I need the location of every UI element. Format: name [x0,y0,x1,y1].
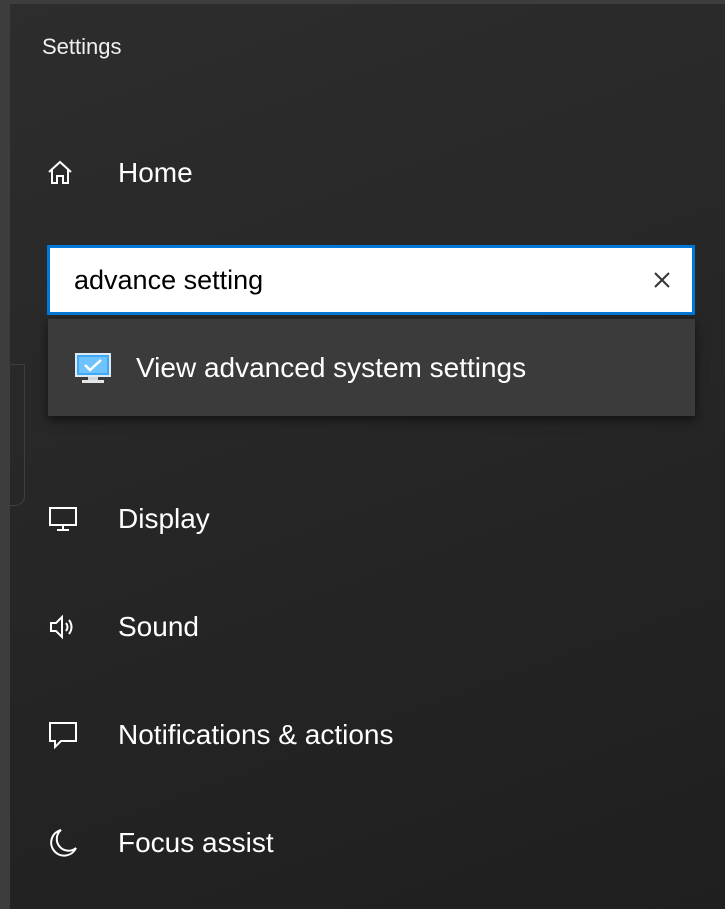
system-monitor-icon [74,352,112,384]
app-title: Settings [42,34,122,59]
partial-panel-edge [10,364,25,506]
nav-item-sound[interactable]: Sound [46,597,393,657]
close-icon [654,272,670,288]
display-icon [46,502,80,536]
settings-window: Settings Home advance setting View advan… [0,0,725,909]
nav-item-display[interactable]: Display [46,489,393,549]
home-label: Home [118,157,193,188]
search-input[interactable] [50,250,632,310]
speaker-icon [46,610,80,644]
nav-item-label: Display [118,503,210,534]
nav-item-label: Notifications & actions [118,719,394,750]
nav-item-label: Sound [118,611,199,642]
notification-icon [46,718,80,752]
search-box[interactable] [47,245,695,315]
nav-item-focus-assist[interactable]: Focus assist [46,813,393,873]
nav-item-notifications[interactable]: Notifications & actions [46,705,393,765]
moon-icon [46,826,80,860]
home-button[interactable]: Home [46,149,193,197]
clear-search-button[interactable] [632,250,692,310]
suggestion-label: View advanced system settings [136,351,527,383]
nav-list: Display Sound Notifications & actions Fo… [46,489,393,909]
suggestion-item[interactable]: View advanced system settings [48,319,695,416]
home-icon [46,159,74,187]
nav-item-label: Focus assist [118,827,274,858]
search-suggestions: View advanced system settings [48,319,695,416]
